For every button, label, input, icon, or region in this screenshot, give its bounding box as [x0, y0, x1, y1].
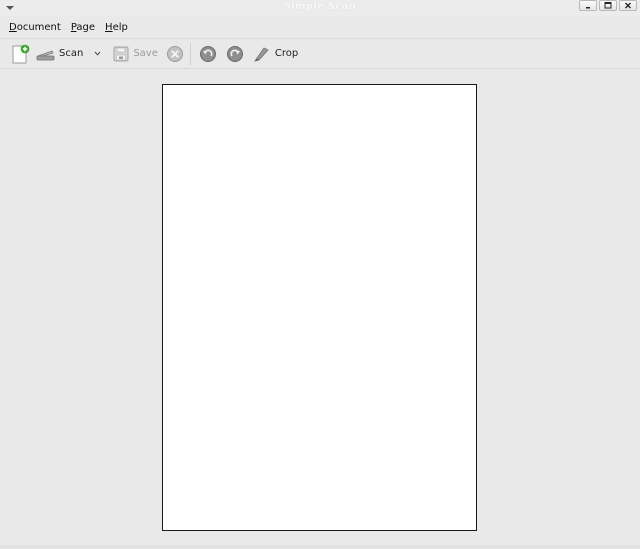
rotate-left-button[interactable]	[199, 42, 217, 66]
save-icon	[113, 46, 129, 61]
stop-icon	[166, 45, 183, 62]
menu-help-label: elp	[112, 22, 128, 33]
maximize-icon	[604, 2, 612, 9]
crop-label: Crop	[274, 48, 299, 59]
window-bottom-edge	[0, 545, 640, 549]
crop-button[interactable]: Crop	[253, 42, 298, 66]
menu-help[interactable]: Help	[100, 18, 133, 38]
menu-page-label: age	[76, 22, 96, 33]
close-button[interactable]	[619, 0, 637, 11]
scan-label: Scan	[59, 48, 84, 59]
scan-button[interactable]: Scan	[36, 42, 83, 66]
scanner-icon	[36, 50, 55, 60]
new-document-button[interactable]	[9, 42, 31, 66]
menu-document[interactable]: Document	[0, 18, 66, 38]
crop-knife-icon	[253, 46, 269, 62]
minimize-button[interactable]	[579, 0, 597, 11]
scanned-page[interactable]	[162, 84, 477, 531]
toolbar: Scan Save Crop	[0, 39, 640, 69]
stop-scan-button[interactable]	[166, 42, 184, 66]
toolbar-separator	[189, 42, 191, 65]
menu-bar: Document Page Help	[0, 18, 640, 39]
title-bar: Simple Scan	[0, 0, 640, 16]
rotate-right-button[interactable]	[226, 42, 244, 66]
minimize-icon	[586, 6, 590, 8]
scan-preview-area[interactable]	[0, 70, 640, 545]
save-label: Save	[133, 48, 158, 59]
menu-page[interactable]: Page	[66, 18, 100, 38]
menu-help-mnemonic: H	[105, 22, 113, 33]
scan-options-dropdown[interactable]	[92, 42, 102, 66]
window-controls	[579, 0, 637, 11]
rotate-right-icon	[226, 45, 243, 62]
close-icon	[625, 2, 631, 9]
new-document-icon	[12, 44, 30, 63]
menu-document-mnemonic: D	[9, 22, 17, 33]
maximize-button[interactable]	[599, 0, 617, 11]
chevron-down-icon	[94, 51, 101, 56]
menu-document-label: ocument	[16, 22, 61, 33]
window-title: Simple Scan	[283, 1, 357, 12]
rotate-left-icon	[199, 45, 216, 62]
save-button[interactable]: Save	[112, 42, 158, 66]
